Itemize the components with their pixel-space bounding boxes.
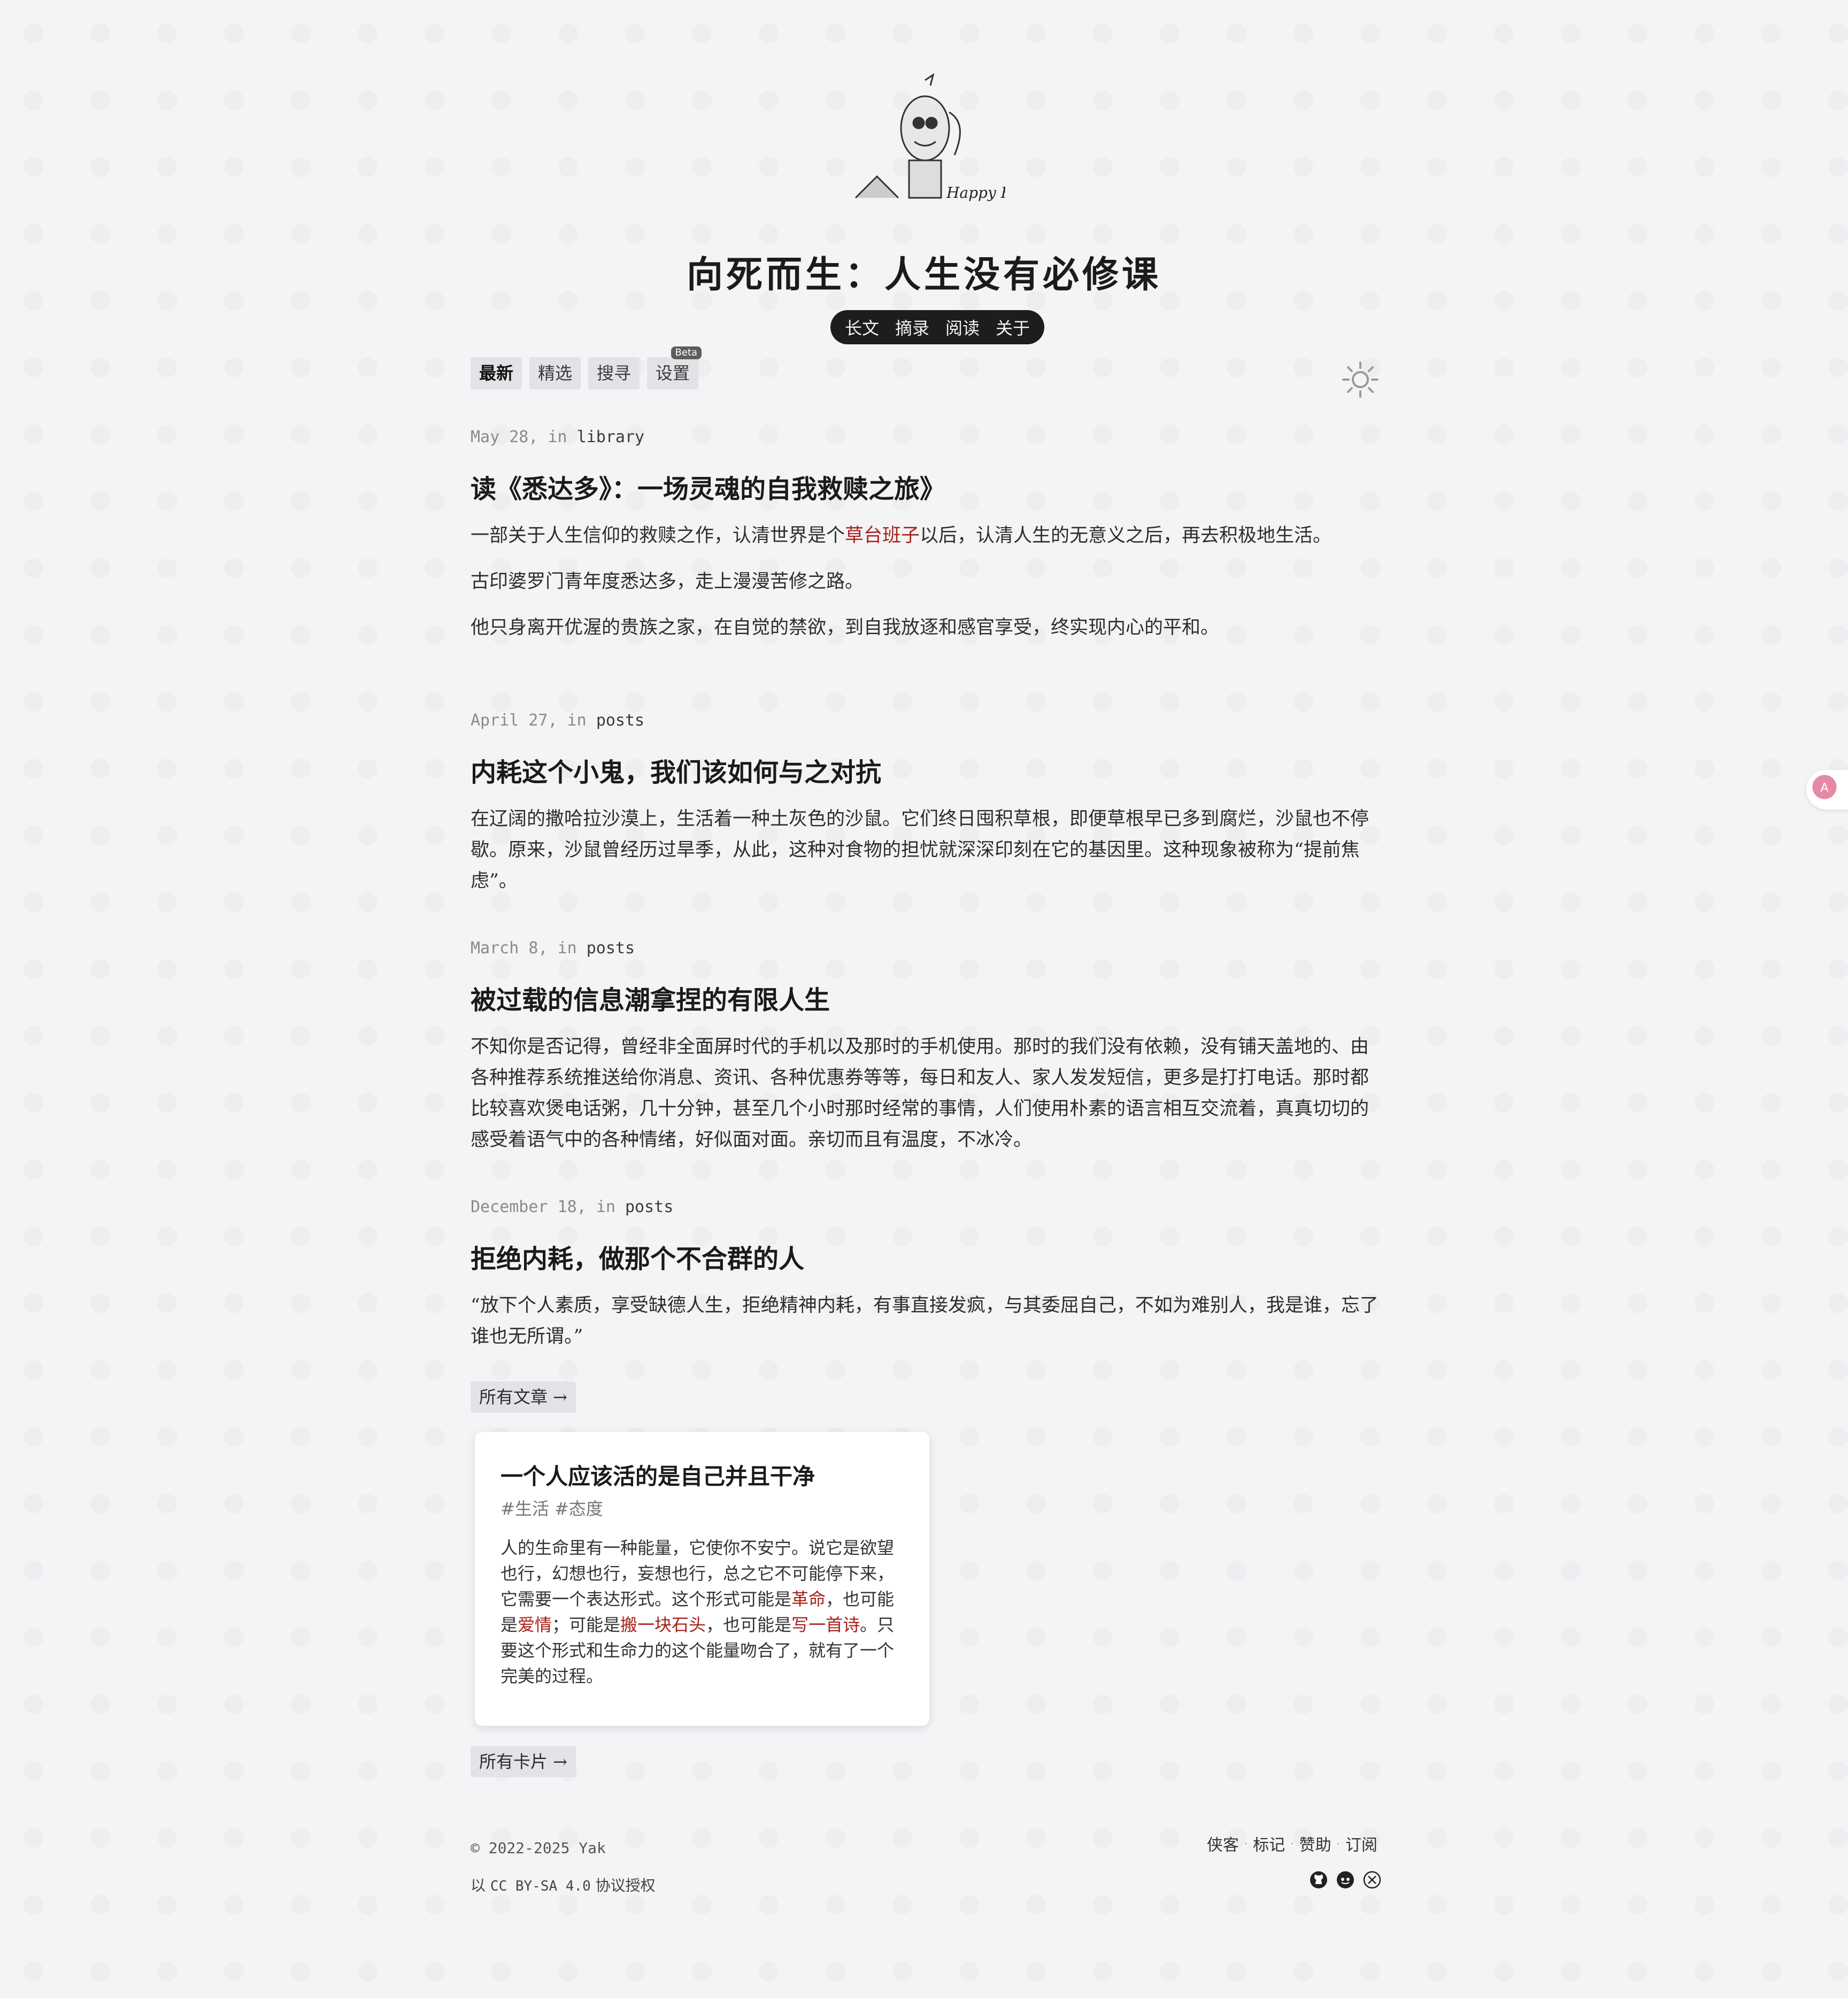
excerpt-link[interactable]: 草台班子 (845, 525, 920, 546)
post-excerpt: 一部关于人生信仰的救赎之作，认清世界是个草台班子以后，认清人生的无意义之后，再去… (471, 520, 1380, 551)
translate-icon: A (1812, 775, 1837, 799)
post-category[interactable]: posts (587, 939, 635, 958)
card-link[interactable]: 爱情 (518, 1615, 552, 1635)
license-link[interactable]: CC BY-SA 4.0 (490, 1878, 591, 1894)
site-title[interactable]: 向死而生：人生没有必修课 (0, 245, 1848, 298)
nav-item-about[interactable]: 关于 (996, 315, 1030, 340)
footer-license: 以 CC BY-SA 4.0 协议授权 (471, 1874, 656, 1895)
post-item: December 18, in posts 拒绝内耗，做那个不合群的人 “放下个… (471, 1198, 1380, 1352)
card-text: ；可能是 (552, 1615, 621, 1635)
footer-links: 侠客 · 标记 · 赞助 · 订阅 (1207, 1832, 1377, 1855)
tab-settings[interactable]: 设置 Beta (647, 346, 702, 389)
excerpt-text: 一部关于人生信仰的救赎之作，认清世界是个 (471, 525, 845, 546)
separator-dot: · (1336, 1837, 1340, 1850)
social-icons (1309, 1870, 1382, 1889)
post-title[interactable]: 内耗这个小鬼，我们该如何与之对抗 (471, 751, 1380, 789)
nav-item-excerpts[interactable]: 摘录 (895, 315, 929, 340)
post-date: May 28, (471, 428, 538, 446)
separator-dot: · (1244, 1837, 1248, 1850)
post-title[interactable]: 拒绝内耗，做那个不合群的人 (471, 1238, 1380, 1275)
card-body: 人的生命里有一种能量，它使你不安宁。说它是欲望也行，幻想也行，妄想也行，总之它不… (500, 1535, 904, 1689)
svg-text:Happy Halloween: Happy Halloween (946, 184, 1005, 202)
tab-settings-label: 设置 (656, 363, 690, 383)
translate-button[interactable]: A (1806, 770, 1848, 809)
post-date: March 8, (471, 939, 548, 958)
quote-card: 一个人应该活的是自己并且干净 #生活 #态度 人的生命里有一种能量，它使你不安宁… (475, 1432, 929, 1726)
card-link[interactable]: 革命 (791, 1589, 826, 1609)
sun-icon[interactable] (1341, 360, 1380, 399)
tab-featured[interactable]: 精选 (529, 357, 581, 389)
card-tags[interactable]: #生活 #态度 (500, 1495, 904, 1520)
post-category[interactable]: posts (596, 711, 644, 730)
post-category[interactable]: posts (625, 1198, 673, 1216)
post-date: December 18, (471, 1198, 587, 1216)
post-excerpt: 他只身离开优渥的贵族之家，在自觉的禁欲，到自我放逐和感官享受，终实现内心的平和。 (471, 617, 1220, 638)
license-prefix: 以 (471, 1877, 486, 1894)
tab-search[interactable]: 搜寻 (588, 357, 640, 389)
card-text: ，也可能是 (706, 1615, 792, 1635)
footer-link-sponsor[interactable]: 赞助 (1299, 1832, 1331, 1855)
x-icon[interactable] (1362, 1870, 1382, 1889)
tab-bar: 最新 精选 搜寻 设置 Beta (471, 346, 702, 389)
separator-dot: · (1290, 1837, 1294, 1850)
post-title[interactable]: 读《悉达多》：一场灵魂的自我救赎之旅》 (471, 468, 1380, 505)
all-cards-button[interactable]: 所有卡片 → (471, 1746, 576, 1777)
github-icon[interactable] (1309, 1870, 1328, 1889)
all-posts-button[interactable]: 所有文章 → (471, 1382, 576, 1413)
post-excerpt: 古印婆罗门青年度悉达多，走上漫漫苦修之路。 (471, 571, 864, 592)
post-meta: May 28, in library (471, 428, 1380, 446)
nav-item-articles[interactable]: 长文 (845, 315, 879, 340)
post-item: April 27, in posts 内耗这个小鬼，我们该如何与之对抗 在辽阔的… (471, 711, 1380, 897)
halloween-logo[interactable]: Happy Halloween (845, 70, 1005, 214)
excerpt-text: 以后，认清人生的无意义之后，再去积极地生活。 (920, 525, 1332, 546)
post-meta: December 18, in posts (471, 1198, 1380, 1216)
post-in: in (567, 711, 587, 730)
post-category[interactable]: library (577, 428, 644, 446)
card-title[interactable]: 一个人应该活的是自己并且干净 (500, 1459, 904, 1491)
card-link[interactable]: 搬一块石头 (620, 1615, 706, 1635)
footer-link-subscribe[interactable]: 订阅 (1345, 1832, 1377, 1855)
post-date: April 27, (471, 711, 558, 730)
tab-latest[interactable]: 最新 (471, 357, 522, 389)
post-meta: March 8, in posts (471, 939, 1380, 958)
post-title[interactable]: 被过载的信息潮拿捏的有限人生 (471, 979, 1380, 1016)
svg-text:A: A (1821, 781, 1829, 794)
post-excerpt: 不知你是否记得，曾经非全面屏时代的手机以及那时的手机使用。那时的我们没有依赖，没… (471, 1036, 1369, 1151)
post-meta: April 27, in posts (471, 711, 1380, 730)
page: Happy Halloween 向死而生：人生没有必修课 长文 摘录 阅读 关于… (0, 0, 1848, 1998)
beta-badge: Beta (671, 346, 702, 359)
footer-link-bookmarks[interactable]: 标记 (1253, 1832, 1285, 1855)
post-item: May 28, in library 读《悉达多》：一场灵魂的自我救赎之旅》 一… (471, 428, 1380, 643)
post-item: March 8, in posts 被过载的信息潮拿捏的有限人生 不知你是否记得… (471, 939, 1380, 1155)
post-excerpt: “放下个人素质，享受缺德人生，拒绝精神内耗，有事直接发疯，与其委屈自己，不如为难… (471, 1295, 1379, 1347)
discord-icon[interactable] (1336, 1870, 1355, 1889)
post-in: in (548, 428, 567, 446)
nav-item-reading[interactable]: 阅读 (945, 315, 980, 340)
post-in: in (596, 1198, 615, 1216)
card-link[interactable]: 写一首诗 (791, 1615, 860, 1635)
footer-copyright: © 2022-2025 Yak (471, 1839, 606, 1857)
license-suffix: 协议授权 (595, 1877, 656, 1894)
top-nav: 长文 摘录 阅读 关于 (830, 310, 1044, 344)
post-excerpt: 在辽阔的撒哈拉沙漠上，生活着一种土灰色的沙鼠。它们终日囤积草根，即便草根早已多到… (471, 808, 1369, 892)
footer-link-xiake[interactable]: 侠客 (1207, 1832, 1239, 1855)
post-in: in (557, 939, 577, 958)
